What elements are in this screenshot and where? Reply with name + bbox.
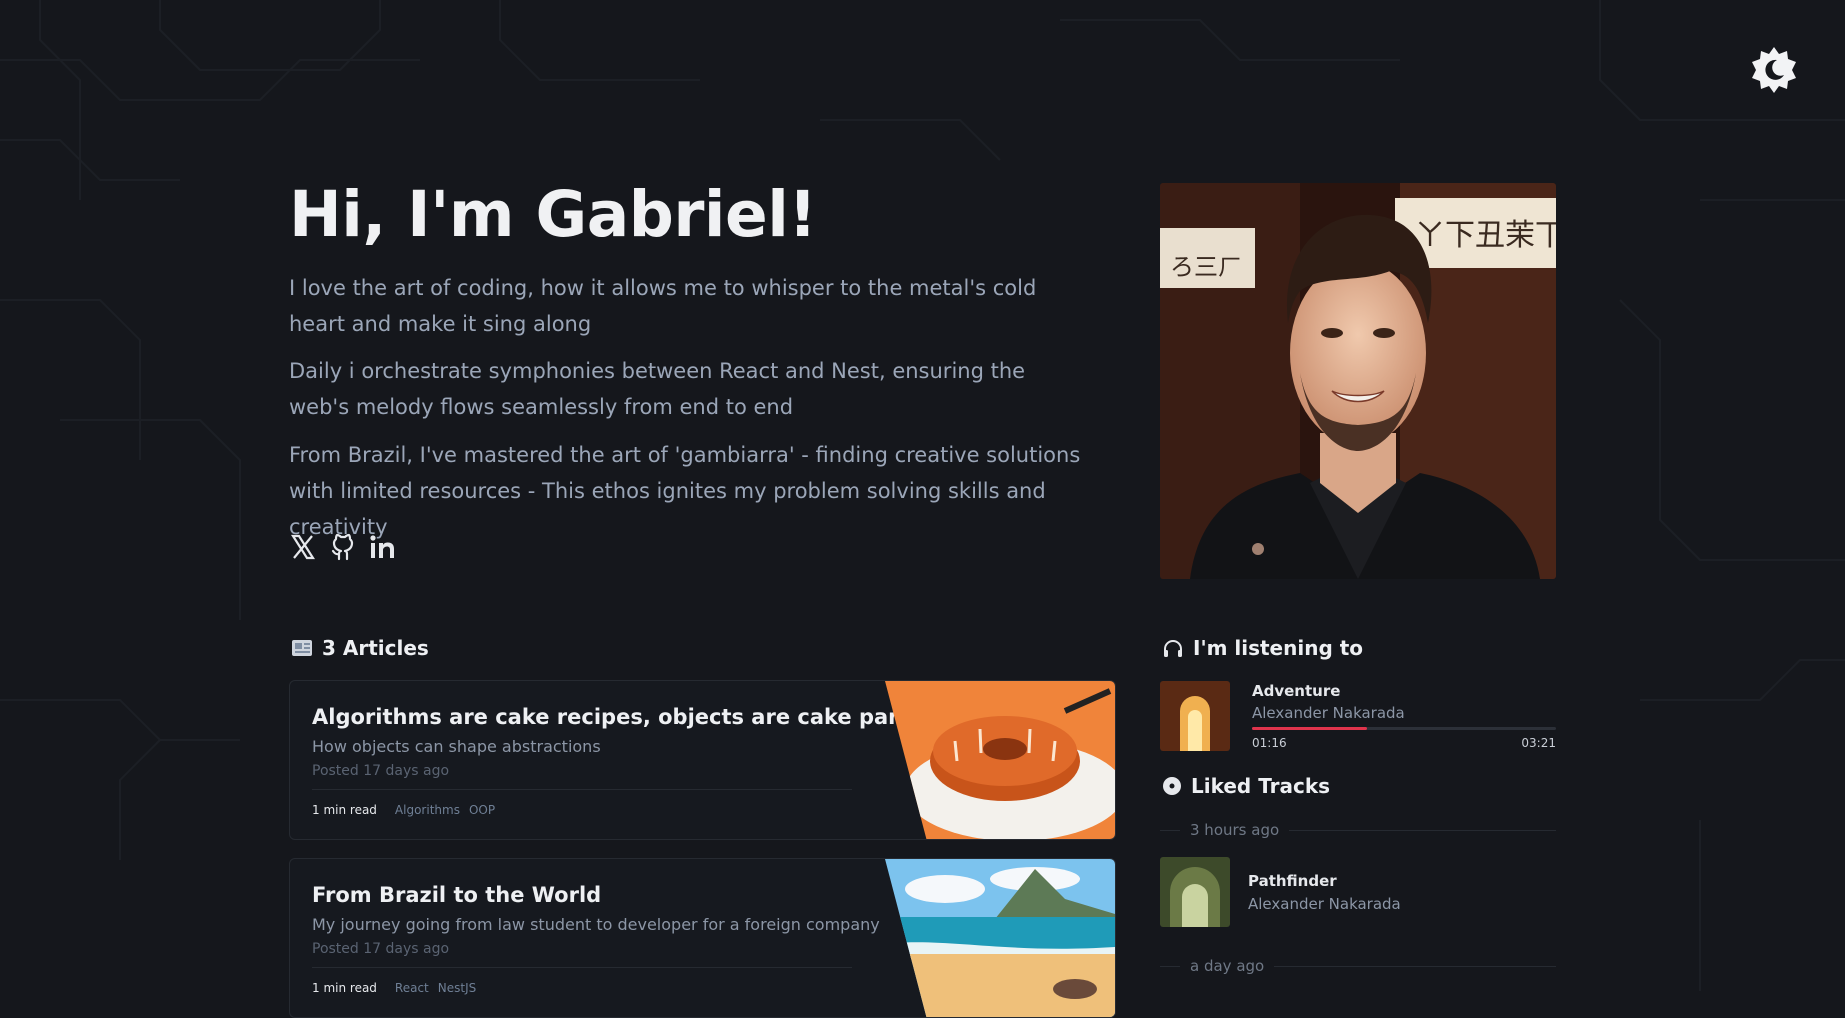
time-divider-label: a day ago (1190, 957, 1265, 975)
article-tags: Algorithms OOP (395, 803, 495, 817)
track-duration: 03:21 (1521, 736, 1556, 750)
track-cover (1160, 857, 1230, 927)
articles-heading-label: 3 Articles (322, 636, 429, 660)
article-title[interactable]: From Brazil to the World (312, 883, 601, 907)
track-cover (1160, 681, 1230, 751)
article-image (885, 681, 1115, 839)
social-links (289, 532, 397, 562)
article-divider (312, 967, 852, 968)
time-divider-label: 3 hours ago (1190, 821, 1280, 839)
github-icon (331, 533, 354, 561)
liked-track-artist: Alexander Nakarada (1248, 895, 1401, 913)
article-image (885, 859, 1115, 1017)
page-title: Hi, I'm Gabriel! (289, 178, 817, 251)
track-title: Adventure (1252, 682, 1341, 700)
article-divider (312, 789, 852, 790)
time-divider: 3 hours ago (1160, 820, 1556, 840)
svg-text:ろ三ㄏ: ろ三ㄏ (1170, 253, 1242, 281)
x-link[interactable] (289, 532, 317, 562)
liked-tracks-label: Liked Tracks (1191, 774, 1331, 798)
article-tags: React NestJS (395, 981, 476, 995)
article-card[interactable]: From Brazil to the World My journey goin… (289, 858, 1116, 1018)
articles-heading: 3 Articles (291, 636, 429, 660)
bio-paragraph-2: Daily i orchestrate symphonies between R… (289, 359, 1026, 419)
track-artist: Alexander Nakarada (1252, 704, 1405, 722)
github-link[interactable] (329, 532, 357, 562)
moon-icon (1752, 47, 1796, 93)
track-progress-bar[interactable] (1252, 727, 1556, 730)
newspaper-icon (292, 640, 312, 656)
article-subtitle: How objects can shape abstractions (312, 737, 601, 756)
listening-heading-label: I'm listening to (1193, 636, 1364, 660)
liked-tracks-heading: Liked Tracks (1162, 774, 1330, 798)
article-meta: 1 min read React NestJS (312, 981, 476, 995)
liked-track-title[interactable]: Pathfinder (1248, 872, 1337, 890)
article-card[interactable]: Algorithms are cake recipes, objects are… (289, 680, 1116, 840)
article-subtitle: My journey going from law student to dev… (312, 915, 880, 934)
linkedin-link[interactable] (369, 532, 397, 562)
theme-toggle-button[interactable] (1746, 42, 1802, 98)
read-time: 1 min read (312, 803, 377, 817)
svg-text:ㄚ下丑茉丅: ㄚ下丑茉丅 (1415, 218, 1556, 253)
avatar: ろ三ㄏ ㄚ下丑茉丅 (1160, 183, 1556, 579)
now-playing: Adventure Alexander Nakarada 01:16 03:21 (1160, 680, 1556, 752)
track-progress-fill (1252, 727, 1367, 730)
tag[interactable]: Algorithms (395, 803, 460, 817)
x-icon (290, 534, 316, 560)
bio-paragraph-3: From Brazil, I've mastered the art of 'g… (289, 443, 1081, 539)
tag[interactable]: React (395, 981, 429, 995)
listening-heading: I'm listening to (1162, 636, 1363, 660)
article-title[interactable]: Algorithms are cake recipes, objects are… (312, 705, 916, 729)
tag[interactable]: OOP (469, 803, 495, 817)
disc-icon (1163, 777, 1181, 795)
headphones-icon (1164, 640, 1182, 657)
article-meta: 1 min read Algorithms OOP (312, 803, 495, 817)
read-time: 1 min read (312, 981, 377, 995)
track-elapsed: 01:16 (1252, 736, 1287, 750)
article-date: Posted 17 days ago (312, 941, 450, 957)
linkedin-icon (370, 535, 394, 558)
article-date: Posted 17 days ago (312, 763, 450, 779)
time-divider: a day ago (1160, 956, 1556, 976)
bio-paragraph-1: I love the art of coding, how it allows … (289, 276, 1037, 336)
tag[interactable]: NestJS (438, 981, 476, 995)
